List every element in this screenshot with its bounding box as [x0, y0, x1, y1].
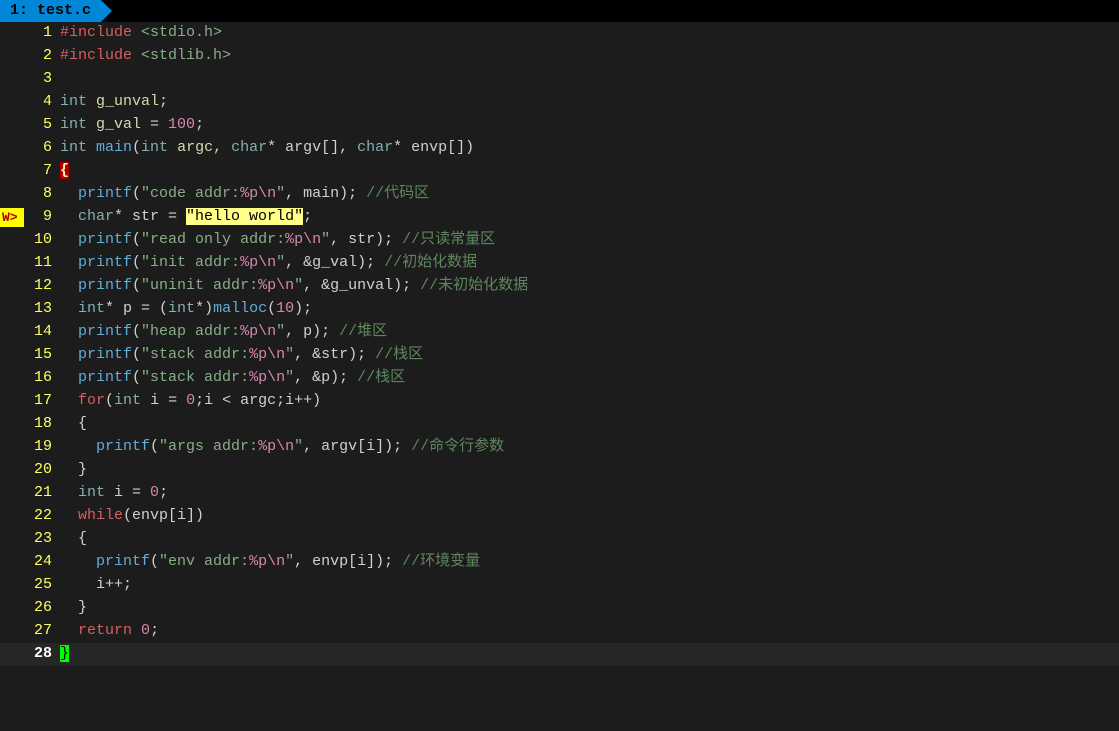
- line-number: 16: [24, 367, 60, 390]
- code-line: 23 {: [0, 528, 1119, 551]
- line-number: 3: [24, 68, 60, 91]
- code-line: 1 #include <stdio.h>: [0, 22, 1119, 45]
- code-content: printf("init addr:%p\n", &g_val); //初始化数…: [60, 252, 1119, 275]
- warning-sign[interactable]: W>: [0, 208, 24, 228]
- code-content: for(int i = 0;i < argc;i++): [60, 390, 1119, 413]
- code-content: printf("args addr:%p\n", argv[i]); //命令行…: [60, 436, 1119, 459]
- code-line: 26 }: [0, 597, 1119, 620]
- line-number: 12: [24, 275, 60, 298]
- cursor: }: [60, 645, 69, 662]
- code-line: 3: [0, 68, 1119, 91]
- code-content: while(envp[i]): [60, 505, 1119, 528]
- code-line: 16 printf("stack addr:%p\n", &p); //栈区: [0, 367, 1119, 390]
- code-line: 15 printf("stack addr:%p\n", &str); //栈区: [0, 344, 1119, 367]
- code-content: }: [60, 643, 1119, 666]
- code-line: 17 for(int i = 0;i < argc;i++): [0, 390, 1119, 413]
- line-number: 6: [24, 137, 60, 160]
- code-content: {: [60, 160, 1119, 183]
- line-number: 28: [24, 643, 60, 666]
- code-content: return 0;: [60, 620, 1119, 643]
- line-number: 27: [24, 620, 60, 643]
- code-line: 4 int g_unval;: [0, 91, 1119, 114]
- code-content: int g_val = 100;: [60, 114, 1119, 137]
- code-line: 5 int g_val = 100;: [0, 114, 1119, 137]
- line-number: 20: [24, 459, 60, 482]
- line-number: 11: [24, 252, 60, 275]
- code-line: 14 printf("heap addr:%p\n", p); //堆区: [0, 321, 1119, 344]
- code-content: char* str = "hello world";: [60, 206, 1119, 229]
- code-line: 13 int* p = (int*)malloc(10);: [0, 298, 1119, 321]
- code-line: 20 }: [0, 459, 1119, 482]
- code-line: 10 printf("read only addr:%p\n", str); /…: [0, 229, 1119, 252]
- code-line: 27 return 0;: [0, 620, 1119, 643]
- line-number: 18: [24, 413, 60, 436]
- code-content: printf("uninit addr:%p\n", &g_unval); //…: [60, 275, 1119, 298]
- code-line: 2 #include <stdlib.h>: [0, 45, 1119, 68]
- code-content: }: [60, 459, 1119, 482]
- matching-brace-highlight: {: [60, 162, 69, 179]
- tab-bar: 1: test.c: [0, 0, 1119, 22]
- code-line: 25 i++;: [0, 574, 1119, 597]
- code-line: 18 {: [0, 413, 1119, 436]
- code-content: #include <stdlib.h>: [60, 45, 1119, 68]
- code-content: int* p = (int*)malloc(10);: [60, 298, 1119, 321]
- code-line: 7 {: [0, 160, 1119, 183]
- code-line: 19 printf("args addr:%p\n", argv[i]); //…: [0, 436, 1119, 459]
- code-content: printf("stack addr:%p\n", &str); //栈区: [60, 344, 1119, 367]
- line-number: 22: [24, 505, 60, 528]
- line-number: 9: [24, 206, 60, 229]
- code-content: i++;: [60, 574, 1119, 597]
- line-number: 19: [24, 436, 60, 459]
- code-content: printf("code addr:%p\n", main); //代码区: [60, 183, 1119, 206]
- code-content: int i = 0;: [60, 482, 1119, 505]
- code-content: {: [60, 528, 1119, 551]
- code-content: int main(int argc, char* argv[], char* e…: [60, 137, 1119, 160]
- code-line: 12 printf("uninit addr:%p\n", &g_unval);…: [0, 275, 1119, 298]
- code-line: 21 int i = 0;: [0, 482, 1119, 505]
- code-line-current: 28 }: [0, 643, 1119, 666]
- line-number: 24: [24, 551, 60, 574]
- line-number: 1: [24, 22, 60, 45]
- code-line: 6 int main(int argc, char* argv[], char*…: [0, 137, 1119, 160]
- line-number: 10: [24, 229, 60, 252]
- line-number: 13: [24, 298, 60, 321]
- code-content: int g_unval;: [60, 91, 1119, 114]
- code-content: }: [60, 597, 1119, 620]
- code-content: printf("read only addr:%p\n", str); //只读…: [60, 229, 1119, 252]
- search-highlight: "hello world": [186, 208, 303, 225]
- line-number: 4: [24, 91, 60, 114]
- line-number: 21: [24, 482, 60, 505]
- code-content: printf("env addr:%p\n", envp[i]); //环境变量: [60, 551, 1119, 574]
- code-line: 8 printf("code addr:%p\n", main); //代码区: [0, 183, 1119, 206]
- code-content: {: [60, 413, 1119, 436]
- editor-area[interactable]: 1 #include <stdio.h> 2 #include <stdlib.…: [0, 22, 1119, 666]
- code-line: 11 printf("init addr:%p\n", &g_val); //初…: [0, 252, 1119, 275]
- line-number: 17: [24, 390, 60, 413]
- line-number: 14: [24, 321, 60, 344]
- code-line: 24 printf("env addr:%p\n", envp[i]); //环…: [0, 551, 1119, 574]
- code-line: W> 9 char* str = "hello world";: [0, 206, 1119, 229]
- code-content: printf("heap addr:%p\n", p); //堆区: [60, 321, 1119, 344]
- line-number: 2: [24, 45, 60, 68]
- code-content: printf("stack addr:%p\n", &p); //栈区: [60, 367, 1119, 390]
- line-number: 15: [24, 344, 60, 367]
- line-number: 8: [24, 183, 60, 206]
- code-content: #include <stdio.h>: [60, 22, 1119, 45]
- line-number: 23: [24, 528, 60, 551]
- line-number: 26: [24, 597, 60, 620]
- line-number: 5: [24, 114, 60, 137]
- tab-active[interactable]: 1: test.c: [0, 0, 101, 22]
- code-line: 22 while(envp[i]): [0, 505, 1119, 528]
- line-number: 7: [24, 160, 60, 183]
- line-number: 25: [24, 574, 60, 597]
